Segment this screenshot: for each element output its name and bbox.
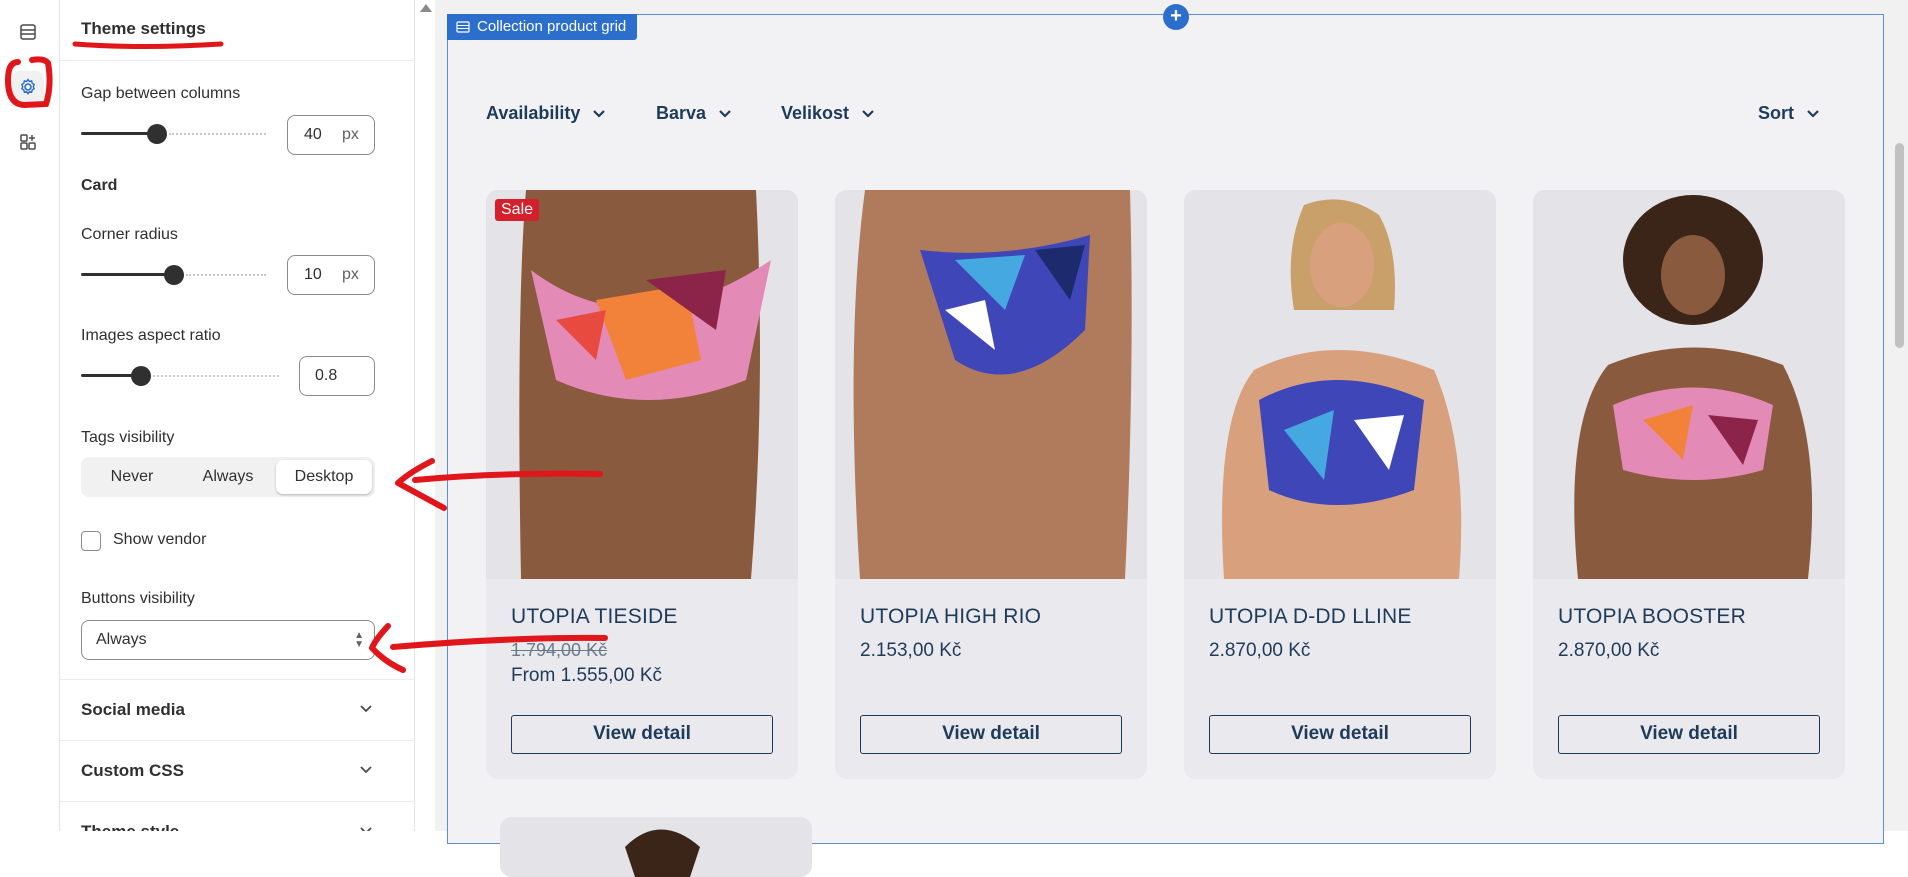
aspect-label: Images aspect ratio — [81, 327, 221, 344]
product-name[interactable]: UTOPIA BOOSTER — [1558, 605, 1746, 629]
product-price: 2.153,00 Kč — [860, 640, 962, 661]
product-price: 2.870,00 Kč — [1209, 640, 1311, 661]
show-vendor-checkbox[interactable] — [81, 531, 101, 551]
section-custom-css[interactable]: Custom CSS — [60, 740, 414, 801]
sort-dropdown[interactable]: Sort — [1758, 103, 1820, 124]
corner-radius-slider[interactable] — [81, 265, 266, 285]
section-social-media[interactable]: Social media — [60, 679, 414, 740]
add-section-plus-icon[interactable]: + — [1163, 4, 1189, 30]
product-card[interactable]: Sale UTOPIA TIESIDE 1.794,00 Kč From 1.5… — [486, 190, 798, 779]
chevron-down-icon — [593, 110, 606, 118]
buttons-visibility-label: Buttons visibility — [81, 590, 195, 607]
filter-availability[interactable]: Availability — [486, 103, 606, 124]
filter-velikost[interactable]: Velikost — [781, 103, 875, 124]
tags-option-always[interactable]: Always — [180, 460, 276, 494]
chevron-down-icon — [360, 827, 372, 831]
tags-option-desktop[interactable]: Desktop — [276, 460, 372, 494]
show-vendor-label: Show vendor — [113, 531, 207, 548]
card-heading: Card — [81, 177, 118, 194]
product-card[interactable] — [500, 817, 812, 877]
sale-badge: Sale — [495, 199, 540, 221]
apps-icon[interactable] — [12, 126, 44, 158]
preview-area: Availability Barva Velikost Sort Sale UT… — [435, 0, 1891, 877]
product-name[interactable]: UTOPIA HIGH RIO — [860, 605, 1041, 629]
panel-title: Theme settings — [81, 19, 206, 38]
chevron-down-icon — [719, 110, 731, 118]
buttons-visibility-select[interactable]: Always ▲ ▼ — [81, 620, 375, 660]
collection-product-grid-block[interactable]: Availability Barva Velikost Sort Sale UT… — [447, 14, 1884, 877]
gap-slider[interactable] — [81, 124, 266, 144]
slider-thumb[interactable] — [131, 366, 151, 386]
preview-scrollbar[interactable] — [1891, 0, 1908, 831]
product-price: From 1.555,00 Kč — [511, 665, 663, 686]
aspect-ratio-slider[interactable] — [81, 366, 279, 386]
product-image[interactable]: Sale — [486, 190, 798, 579]
corner-radius-input[interactable]: 10 px — [287, 255, 375, 295]
tags-visibility-segmented: Never Always Desktop — [81, 457, 375, 497]
product-price: 2.870,00 Kč — [1558, 640, 1660, 661]
radius-label: Corner radius — [81, 226, 178, 243]
gap-input[interactable]: 40 px — [287, 115, 375, 155]
chevron-down-icon — [360, 705, 372, 713]
panel-scroll-top-icon[interactable] — [420, 4, 432, 12]
product-name[interactable]: UTOPIA TIESIDE — [511, 605, 678, 629]
view-detail-button[interactable]: View detail — [1558, 715, 1820, 754]
sections-icon[interactable] — [12, 16, 44, 48]
settings-gear-icon[interactable] — [12, 71, 44, 103]
gap-label: Gap between columns — [81, 85, 241, 102]
theme-settings-panel: Theme settings Gap between columns 40 px… — [60, 0, 415, 831]
slider-thumb[interactable] — [164, 265, 184, 285]
view-detail-button[interactable]: View detail — [860, 715, 1122, 754]
panel-header: Theme settings — [60, 0, 414, 61]
product-card[interactable]: UTOPIA D-DD LLINE 2.870,00 Kč View detai… — [1184, 190, 1496, 779]
grid-icon — [456, 21, 470, 33]
product-old-price: 1.794,00 Kč — [511, 640, 608, 660]
product-card[interactable]: UTOPIA HIGH RIO 2.153,00 Kč View detail — [835, 190, 1147, 779]
product-image[interactable] — [1533, 190, 1845, 579]
product-card[interactable]: UTOPIA BOOSTER 2.870,00 Kč View detail — [1533, 190, 1845, 779]
product-image[interactable] — [1184, 190, 1496, 579]
chevron-down-icon — [1807, 110, 1819, 118]
product-name[interactable]: UTOPIA D-DD LLINE — [1209, 605, 1412, 629]
icon-rail — [0, 0, 60, 831]
aspect-ratio-input[interactable]: 0.8 — [299, 356, 375, 396]
tags-option-never[interactable]: Never — [84, 460, 180, 494]
tags-visibility-label: Tags visibility — [81, 429, 175, 446]
section-theme-style[interactable]: Theme style — [60, 801, 414, 831]
slider-thumb[interactable] — [147, 124, 167, 144]
product-image[interactable] — [835, 190, 1147, 579]
chevron-down-icon — [360, 766, 372, 774]
scrollbar-thumb[interactable] — [1895, 143, 1904, 348]
block-label-tag[interactable]: Collection product grid — [447, 14, 638, 40]
filter-barva[interactable]: Barva — [656, 103, 732, 124]
view-detail-button[interactable]: View detail — [1209, 715, 1471, 754]
select-chevron-icon: ▲ ▼ — [354, 630, 364, 650]
view-detail-button[interactable]: View detail — [511, 715, 773, 754]
chevron-down-icon — [862, 110, 874, 118]
